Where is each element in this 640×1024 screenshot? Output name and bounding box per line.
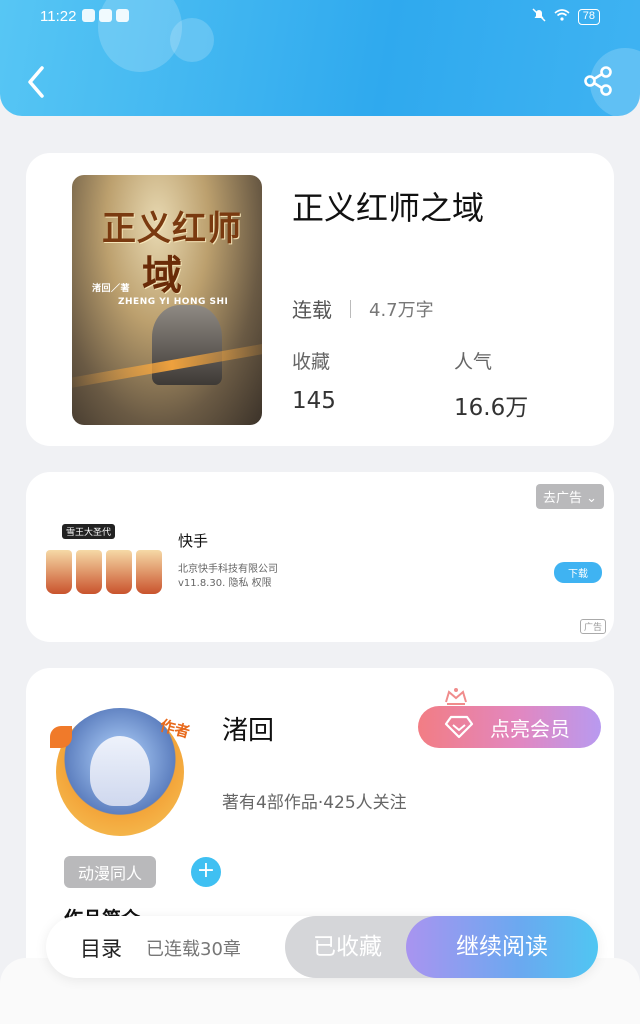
ad-cup — [46, 550, 72, 594]
cover-author-mark: 渚回／著 — [92, 284, 131, 294]
popularity-stat: 人气 16.6万 — [454, 347, 528, 422]
wifi-icon — [554, 9, 570, 24]
status-time: 11:22 — [40, 8, 77, 25]
status-right: 78 — [532, 8, 600, 25]
mute-icon — [532, 8, 546, 25]
genre-tag[interactable]: 动漫同人 — [64, 856, 157, 888]
avatar-portrait — [90, 736, 150, 806]
ad-app-name: 快手 — [178, 532, 209, 550]
battery-indicator: 78 — [577, 8, 600, 25]
ad-cup — [106, 550, 132, 594]
share-icon — [584, 66, 612, 96]
avatar-leaf-decoration — [50, 726, 72, 748]
ad-image[interactable]: 雪王大圣代 — [40, 522, 166, 594]
status-app-icons — [82, 9, 129, 22]
favorites-stat: 收藏 145 — [292, 347, 336, 414]
remove-ad-label: 去广告 — [542, 491, 582, 506]
cover-art-mech — [152, 305, 222, 385]
author-avatar[interactable]: 作者 — [50, 708, 192, 836]
popularity-label: 人气 — [454, 351, 493, 373]
toc-button[interactable]: 目录 — [80, 933, 122, 963]
author-badge: 作者 — [158, 716, 192, 742]
notification-icon — [99, 9, 112, 22]
book-info-card: 正义红师 域 渚回／著 ZHENG YI HONG SHI 正义红师之域 连载 … — [26, 153, 614, 446]
crown-icon — [445, 688, 467, 705]
ad-company: 北京快手科技有限公司 — [178, 564, 278, 575]
chapter-count: 已连载30章 — [146, 939, 241, 960]
cover-pinyin: ZHENG YI HONG SHI — [118, 297, 229, 307]
back-button[interactable] — [22, 62, 56, 102]
book-cover[interactable]: 正义红师 域 渚回／著 ZHENG YI HONG SHI — [72, 175, 262, 425]
status-bar: 11:22 78 — [0, 0, 640, 32]
ad-image-tag: 雪王大圣代 — [62, 524, 116, 539]
vip-button[interactable]: 点亮会员 — [418, 706, 601, 748]
share-button[interactable] — [582, 64, 616, 98]
diamond-icon — [444, 715, 474, 739]
ad-banner[interactable]: 去广告 ⌄ 雪王大圣代 快手 北京快手科技有限公司 v11.8.30. 隐私 权… — [26, 472, 614, 642]
favorites-value: 145 — [292, 388, 336, 414]
ad-mark: 广告 — [579, 619, 606, 634]
remove-ad-button[interactable]: 去广告 ⌄ — [535, 484, 604, 509]
book-word-count: 4.7万字 — [369, 299, 434, 321]
chevron-left-icon — [28, 66, 44, 98]
vip-label: 点亮会员 — [490, 716, 570, 741]
popularity-value: 16.6万 — [454, 395, 529, 421]
bottom-action-bar: 目录 已连载30章 已收藏 继续阅读 — [46, 916, 598, 978]
book-meta: 连载 4.7万字 — [292, 294, 434, 323]
plus-icon: + — [196, 858, 216, 883]
ad-cup — [136, 550, 162, 594]
cover-title-bottom: 域 — [142, 252, 182, 299]
ad-download-button[interactable]: 下载 — [554, 562, 602, 583]
continue-reading-button[interactable]: 继续阅读 — [406, 916, 598, 978]
chevron-down-icon: ⌄ — [586, 491, 597, 506]
book-title: 正义红师之域 — [292, 189, 485, 227]
book-status: 连载 — [292, 298, 332, 322]
author-info: 著有4部作品·425人关注 — [222, 793, 407, 813]
ad-cup — [76, 550, 102, 594]
favorites-label: 收藏 — [292, 351, 331, 373]
notification-icon — [116, 9, 129, 22]
author-name: 渚回 — [222, 716, 275, 746]
add-tag-button[interactable]: + — [191, 857, 221, 887]
notification-icon — [82, 9, 95, 22]
meta-divider — [350, 299, 351, 318]
top-header: 11:22 78 — [0, 0, 640, 116]
ad-version-line: v11.8.30. 隐私 权限 — [178, 578, 272, 589]
